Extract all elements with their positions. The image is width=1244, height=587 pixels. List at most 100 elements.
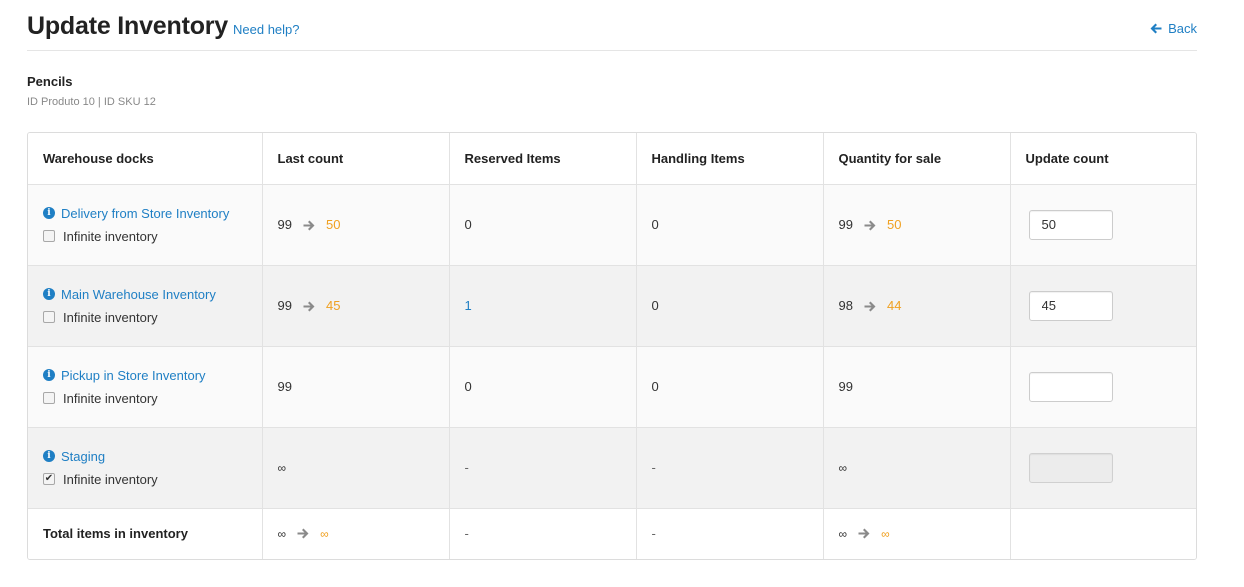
quantity-old: 98 bbox=[838, 298, 853, 313]
column-header-last-count: Last count bbox=[262, 133, 450, 185]
arrow-right-icon bbox=[864, 300, 876, 312]
update-count-input[interactable] bbox=[1028, 371, 1113, 402]
quantity-new: 44 bbox=[886, 298, 902, 313]
last-count-cell: 99 50 bbox=[262, 184, 450, 266]
last-count-old: 99 bbox=[277, 298, 292, 313]
dock-name: Staging bbox=[61, 448, 106, 464]
total-quantity-cell: ∞ ∞ bbox=[823, 508, 1011, 559]
update-count-cell bbox=[1010, 427, 1196, 509]
infinite-inventory-option: Infinite inventory bbox=[43, 229, 247, 244]
total-reserved-cell: - bbox=[449, 508, 637, 559]
back-label: Back bbox=[1168, 21, 1197, 36]
dock-link[interactable]: i Pickup in Store Inventory bbox=[43, 368, 247, 383]
handling-items-cell: - bbox=[636, 427, 824, 509]
quantity-old: 99 bbox=[838, 217, 853, 232]
column-header-reserved-items: Reserved Items bbox=[449, 133, 637, 185]
product-name: Pencils bbox=[27, 74, 73, 89]
inventory-table: Warehouse docks Last count Reserved Item… bbox=[27, 132, 1197, 560]
dock-cell: i Staging ✔ Infinite inventory bbox=[28, 427, 263, 509]
checkmark-icon: ✔ bbox=[44, 473, 54, 484]
table-header-row: Warehouse docks Last count Reserved Item… bbox=[28, 133, 1196, 185]
handling-items-cell: 0 bbox=[636, 184, 824, 266]
update-count-cell bbox=[1010, 265, 1196, 347]
table-row: i Main Warehouse Inventory Infinite inve… bbox=[28, 265, 1196, 347]
quantity-for-sale-cell: 99 50 bbox=[823, 184, 1011, 266]
update-count-cell bbox=[1010, 184, 1196, 266]
page-header: Update Inventory Need help? Back bbox=[27, 0, 1197, 51]
total-last-count-old: ∞ bbox=[277, 526, 287, 541]
quantity-for-sale-cell: ∞ bbox=[823, 427, 1011, 509]
arrow-right-icon bbox=[864, 219, 876, 231]
arrow-right-icon bbox=[297, 528, 309, 539]
infinite-inventory-checkbox[interactable] bbox=[43, 230, 55, 242]
quantity-new: 50 bbox=[886, 217, 902, 232]
last-count-cell: 99 bbox=[262, 346, 450, 428]
dock-name: Main Warehouse Inventory bbox=[61, 286, 216, 302]
total-quantity-old: ∞ bbox=[838, 526, 848, 541]
page: Update Inventory Need help? Back Pencils… bbox=[27, 0, 1197, 560]
dock-cell: i Main Warehouse Inventory Infinite inve… bbox=[28, 265, 263, 347]
dock-name: Delivery from Store Inventory bbox=[61, 205, 230, 221]
total-row: Total items in inventory ∞ ∞ - - ∞ ∞ bbox=[28, 508, 1196, 559]
info-circle-icon: i bbox=[43, 207, 55, 219]
table-row: i Delivery from Store Inventory Infinite… bbox=[28, 184, 1196, 266]
update-count-input[interactable] bbox=[1028, 209, 1113, 240]
arrow-right-icon bbox=[303, 300, 315, 312]
table-row: i Staging ✔ Infinite inventory ∞ - - ∞ bbox=[28, 427, 1196, 509]
product-ids: ID Produto 10 | ID SKU 12 bbox=[27, 96, 156, 108]
info-circle-icon: i bbox=[43, 450, 55, 462]
total-quantity-new: ∞ bbox=[881, 526, 890, 541]
column-header-update-count: Update count bbox=[1010, 133, 1196, 185]
infinite-inventory-option: Infinite inventory bbox=[43, 310, 247, 325]
total-last-count-cell: ∞ ∞ bbox=[262, 508, 450, 559]
infinite-inventory-checkbox[interactable]: ✔ bbox=[43, 473, 55, 485]
handling-items-cell: 0 bbox=[636, 265, 824, 347]
reserved-items-cell: - bbox=[449, 427, 637, 509]
dock-cell: i Delivery from Store Inventory Infinite… bbox=[28, 184, 263, 266]
arrow-right-icon bbox=[303, 219, 315, 231]
infinite-inventory-checkbox[interactable] bbox=[43, 392, 55, 404]
page-title: Update Inventory bbox=[27, 12, 228, 40]
infinite-inventory-label: Infinite inventory bbox=[63, 228, 158, 244]
reserved-items-cell: 0 bbox=[449, 346, 637, 428]
infinite-inventory-option: Infinite inventory bbox=[43, 391, 247, 406]
total-handling-cell: - bbox=[636, 508, 824, 559]
update-count-cell bbox=[1010, 346, 1196, 428]
quantity-for-sale-cell: 98 44 bbox=[823, 265, 1011, 347]
column-header-warehouse-docks: Warehouse docks bbox=[28, 133, 263, 185]
column-header-quantity-for-sale: Quantity for sale bbox=[823, 133, 1011, 185]
reserved-items-cell: 0 bbox=[449, 184, 637, 266]
infinite-inventory-checkbox[interactable] bbox=[43, 311, 55, 323]
total-update-cell bbox=[1010, 508, 1196, 559]
dock-link[interactable]: i Main Warehouse Inventory bbox=[43, 287, 247, 302]
total-label: Total items in inventory bbox=[28, 508, 263, 559]
last-count-new: 45 bbox=[325, 298, 341, 313]
update-count-input bbox=[1028, 452, 1113, 483]
arrow-left-icon bbox=[1150, 23, 1162, 34]
info-circle-icon: i bbox=[43, 288, 55, 300]
dock-cell: i Pickup in Store Inventory Infinite inv… bbox=[28, 346, 263, 428]
dock-name: Pickup in Store Inventory bbox=[61, 367, 206, 383]
last-count-cell: ∞ bbox=[262, 427, 450, 509]
infinite-inventory-label: Infinite inventory bbox=[63, 471, 158, 487]
dock-link[interactable]: i Staging bbox=[43, 449, 247, 464]
update-count-input[interactable] bbox=[1028, 290, 1113, 321]
table-row: i Pickup in Store Inventory Infinite inv… bbox=[28, 346, 1196, 428]
quantity-for-sale-cell: 99 bbox=[823, 346, 1011, 428]
reserved-items-link[interactable]: 1 bbox=[465, 298, 472, 313]
reserved-items-cell: 1 bbox=[449, 265, 637, 347]
last-count-old: 99 bbox=[277, 217, 292, 232]
handling-items-cell: 0 bbox=[636, 346, 824, 428]
infinite-inventory-option: ✔ Infinite inventory bbox=[43, 472, 247, 487]
total-last-count-new: ∞ bbox=[320, 526, 329, 541]
last-count-cell: 99 45 bbox=[262, 265, 450, 347]
last-count-new: 50 bbox=[325, 217, 341, 232]
arrow-right-icon bbox=[858, 528, 870, 539]
infinite-inventory-label: Infinite inventory bbox=[63, 390, 158, 406]
column-header-handling-items: Handling Items bbox=[636, 133, 824, 185]
dock-link[interactable]: i Delivery from Store Inventory bbox=[43, 206, 247, 221]
back-button[interactable]: Back bbox=[1150, 21, 1197, 36]
need-help-link[interactable]: Need help? bbox=[233, 22, 300, 37]
info-circle-icon: i bbox=[43, 369, 55, 381]
infinite-inventory-label: Infinite inventory bbox=[63, 309, 158, 325]
